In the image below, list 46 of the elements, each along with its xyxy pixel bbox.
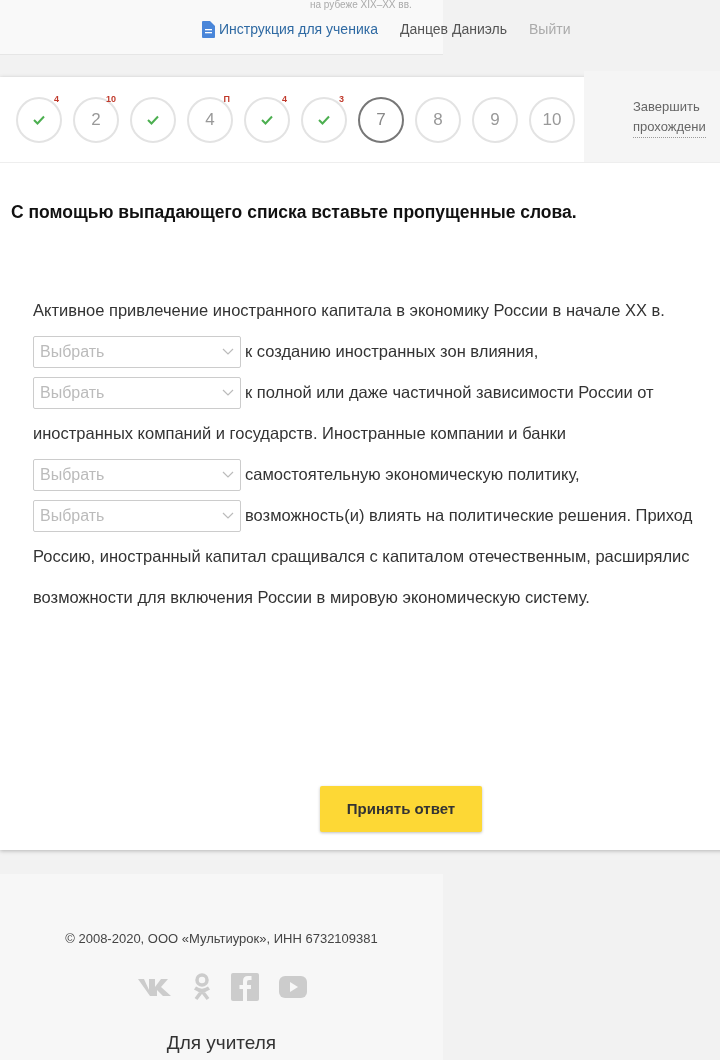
odnoklassniki-icon [192, 972, 211, 1001]
step-count-label: 4 [54, 94, 59, 104]
task-instruction: С помощью выпадающего списка вставьте пропущенные слова. [10, 201, 578, 224]
step-button[interactable] [130, 96, 176, 143]
passage-text: иностранных компаний и государств. Иностранные компании и банки [33, 423, 566, 445]
dropdown-field[interactable]: Выбрать [33, 499, 241, 532]
logout-link[interactable]: Выйти [529, 19, 571, 40]
dropdown-field[interactable]: Выбрать [33, 335, 241, 368]
check-icon [147, 114, 159, 125]
chevron-down-icon [222, 471, 234, 479]
step-count-label: 10 [106, 94, 116, 104]
passage-text: Россию, иностранный капитал сращивался с капиталом отечественным, расширялис [33, 546, 690, 568]
dropdown-field[interactable]: Выбрать [33, 458, 241, 491]
step-button[interactable]: 9 [472, 96, 518, 143]
chevron-down-icon [222, 389, 234, 397]
passage-text: возможности для включения России в мировую экономическую систему. [33, 587, 590, 609]
passage-text: самостоятельную экономическую политику, [245, 464, 580, 486]
document-icon [202, 21, 215, 38]
passage-text: возможность(и) влиять на политические решения. Приход [245, 505, 693, 527]
step-button[interactable]: 10 [529, 96, 575, 143]
step-button[interactable]: 8 [415, 96, 461, 143]
user-name: Данцев Даниэль [399, 20, 508, 39]
step-button[interactable] [301, 96, 347, 143]
copyright-text: © 2008-2020, ООО «Мультиурок», ИНН 6732109381 [65, 930, 378, 948]
check-icon [261, 114, 273, 125]
passage-text: Активное привлечение иностранного капитала в экономику России в начале XX в. [33, 300, 665, 322]
facebook-icon [230, 972, 259, 1001]
step-count-label: 4 [282, 94, 287, 104]
check-icon [33, 114, 45, 125]
vk-icon [136, 976, 173, 997]
play-icon [278, 975, 307, 998]
submit-button[interactable]: Принять ответ [320, 786, 482, 833]
passage-text: к созданию иностранных зон влияния, [245, 341, 539, 363]
step-button[interactable] [244, 96, 290, 143]
check-icon [318, 114, 330, 125]
dropdown-field[interactable]: Выбрать [33, 376, 241, 409]
step-button[interactable]: 7 [358, 96, 404, 143]
step-button[interactable] [16, 96, 62, 143]
step-count-label: 3 [339, 94, 344, 104]
step-count-label: П [223, 94, 230, 104]
passage-text: к полной или даже частичной зависимости России от [245, 382, 654, 404]
chevron-down-icon [222, 512, 234, 520]
teacher-link[interactable]: Для учителя [166, 1028, 277, 1057]
page-subtitle: на рубеже XIX–XX вв. [310, 0, 412, 10]
instruction-link[interactable]: Инструкция для ученика [202, 19, 378, 40]
chevron-down-icon [222, 348, 234, 356]
